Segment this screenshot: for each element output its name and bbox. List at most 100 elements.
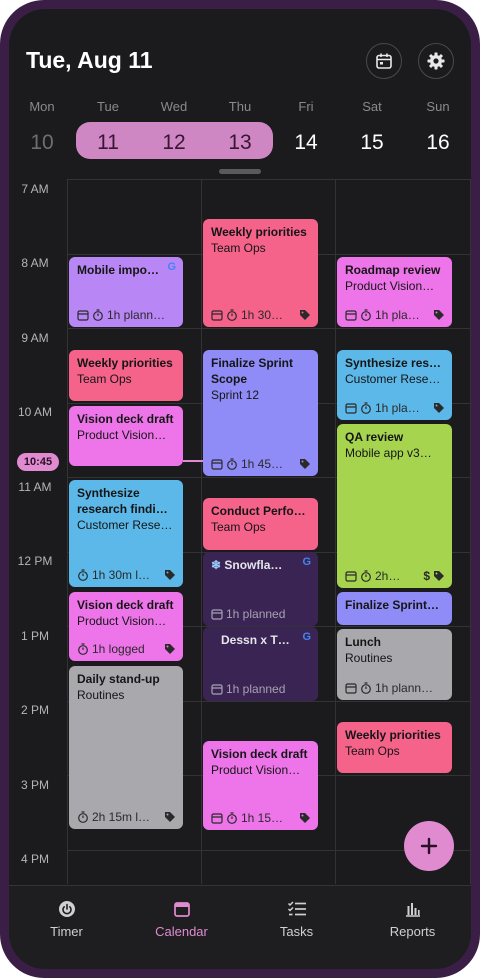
- event-footer: 1h pla…: [345, 308, 445, 322]
- hour-label: 4 PM: [20, 852, 49, 866]
- event-weekly-priorities[interactable]: Weekly priorities Team Ops 1h 30…: [203, 219, 318, 327]
- calendar-icon: [345, 571, 357, 582]
- event-title: Mobile impo…: [77, 263, 159, 277]
- nav-tasks[interactable]: Tasks: [239, 900, 354, 939]
- event-title: QA review: [345, 430, 404, 444]
- drag-handle[interactable]: [219, 169, 261, 174]
- day-number: 13: [228, 131, 252, 154]
- event-footer: 2h… $: [345, 569, 445, 583]
- event-duration: 1h 30m l…: [92, 568, 151, 582]
- hour-label: 12 PM: [17, 554, 53, 568]
- day-number: 12: [162, 131, 186, 154]
- event-duration: 2h 15m l…: [92, 810, 151, 824]
- event-footer: 2h 15m l…: [77, 810, 176, 824]
- hour-label: 8 AM: [21, 256, 49, 270]
- calendar-icon: [376, 53, 392, 69]
- day-thu[interactable]: Thu 13: [207, 99, 273, 155]
- event-duration: 2h…: [375, 569, 401, 583]
- hour-label: 2 PM: [20, 703, 49, 717]
- google-icon: G: [167, 261, 176, 273]
- event-synthesize-research[interactable]: Synthesize res… Customer Rese… 1h pla…: [337, 350, 452, 420]
- app-screen: Tue, Aug 11 Mon 10 Tue 11 Wed 12 Thu 13 Fri 1…: [9, 9, 471, 969]
- event-weekly-priorities[interactable]: Weekly priorities Team Ops: [337, 722, 452, 773]
- timer-icon: [361, 402, 371, 414]
- event-footer: 1h planned: [211, 682, 311, 696]
- event-daily-standup[interactable]: Daily stand-up Routines 2h 15m l…: [69, 666, 183, 829]
- event-subtitle: Team Ops: [211, 241, 266, 255]
- event-duration: 1h 15…: [241, 811, 284, 825]
- event-finalize-sprint[interactable]: Finalize Sprint…: [337, 592, 452, 625]
- event-weekly-priorities[interactable]: Weekly priorities Team Ops: [69, 350, 183, 401]
- calendar-icon: [211, 684, 223, 695]
- hour-label-mask: [9, 179, 61, 182]
- bar-chart-icon: [405, 903, 420, 917]
- event-vision-deck-draft[interactable]: Vision deck draft Product Vision… 1h log…: [69, 592, 183, 661]
- timer-icon: [361, 570, 371, 582]
- timer-icon: [361, 309, 371, 321]
- event-subtitle: Team Ops: [345, 744, 400, 758]
- date-picker-button[interactable]: [366, 43, 402, 79]
- event-subtitle: Team Ops: [211, 520, 266, 534]
- day-name: Sat: [362, 99, 382, 114]
- hour-label: 3 PM: [20, 778, 49, 792]
- event-title-line2: Scope: [211, 372, 248, 386]
- nav-calendar[interactable]: Calendar: [124, 900, 239, 939]
- bottom-navigation: Timer Calendar Tasks Reports: [9, 885, 471, 969]
- checklist-icon: [287, 901, 306, 916]
- timer-icon: [361, 682, 371, 694]
- event-qa-review[interactable]: QA review Mobile app v3… 2h… $: [337, 424, 452, 588]
- event-dessn[interactable]: Dessn x T… G 1h planned: [203, 627, 318, 701]
- power-icon: [58, 901, 75, 917]
- hour-label: 1 PM: [20, 629, 49, 643]
- day-sun[interactable]: Sun 16: [405, 99, 471, 155]
- nav-label: Tasks: [279, 924, 314, 939]
- day-tue[interactable]: Tue 11: [75, 99, 141, 155]
- event-title: Roadmap review: [345, 263, 441, 277]
- event-mobile-import[interactable]: Mobile impo… G 1h plann…: [69, 257, 183, 327]
- plus-icon: [420, 837, 438, 855]
- event-subtitle: Routines: [345, 651, 393, 665]
- day-sat[interactable]: Sat 15: [339, 99, 405, 155]
- event-subtitle: Mobile app v3…: [345, 446, 432, 460]
- tag-icon: [300, 310, 310, 320]
- event-subtitle: Product Vision…: [345, 279, 435, 293]
- event-lunch[interactable]: Lunch Routines 1h plann…: [337, 629, 452, 700]
- nav-reports[interactable]: Reports: [355, 900, 470, 939]
- event-title: ❄ Snowfla…: [211, 557, 310, 573]
- nav-timer[interactable]: Timer: [9, 900, 124, 939]
- day-mon[interactable]: Mon 10: [9, 99, 75, 155]
- event-vision-deck-draft[interactable]: Vision deck draft Product Vision…: [69, 406, 183, 466]
- event-roadmap-review[interactable]: Roadmap review Product Vision… 1h pla…: [337, 257, 452, 327]
- day-name: Thu: [228, 99, 252, 114]
- column-divider: [201, 179, 202, 884]
- column-divider: [335, 179, 336, 884]
- tag-icon: [165, 644, 175, 654]
- day-number: 11: [97, 131, 119, 154]
- event-footer: 1h 45…: [211, 457, 311, 471]
- calendar-icon: [211, 459, 223, 470]
- calendar-grid[interactable]: 7 AM 8 AM 9 AM 10 AM 11 AM 12 PM 1 PM 2 …: [9, 179, 471, 884]
- timer-icon: [227, 812, 237, 824]
- day-fri[interactable]: Fri 14: [273, 99, 339, 155]
- gear-icon: [427, 52, 445, 70]
- tag-icon: [434, 403, 444, 413]
- settings-button[interactable]: [418, 43, 454, 79]
- event-snowflake[interactable]: ❄ Snowfla… G 1h planned: [203, 552, 318, 626]
- google-icon: G: [302, 631, 311, 643]
- event-title: Weekly priorities: [345, 728, 441, 742]
- event-duration: 1h planned: [226, 607, 286, 621]
- event-title: Vision deck draft: [211, 747, 308, 761]
- event-synthesize-research[interactable]: Synthesize research findin… Customer Res…: [69, 480, 183, 587]
- event-vision-deck-draft[interactable]: Vision deck draft Product Vision… 1h 15…: [203, 741, 318, 830]
- event-subtitle: Product Vision…: [211, 763, 301, 777]
- event-subtitle: Sprint 12: [211, 388, 260, 402]
- day-name: Wed: [160, 99, 188, 114]
- event-finalize-sprint-scope[interactable]: Finalize Sprint Scope Sprint 12 1h 45…: [203, 350, 318, 476]
- timer-icon: [78, 569, 88, 581]
- add-event-button[interactable]: [404, 821, 454, 871]
- day-wed[interactable]: Wed 12: [141, 99, 207, 155]
- tag-icon: [165, 812, 175, 822]
- page-title: Tue, Aug 11: [26, 47, 153, 73]
- day-name: Sun: [426, 99, 450, 114]
- event-conduct-performance[interactable]: Conduct Perfo… Team Ops: [203, 498, 318, 550]
